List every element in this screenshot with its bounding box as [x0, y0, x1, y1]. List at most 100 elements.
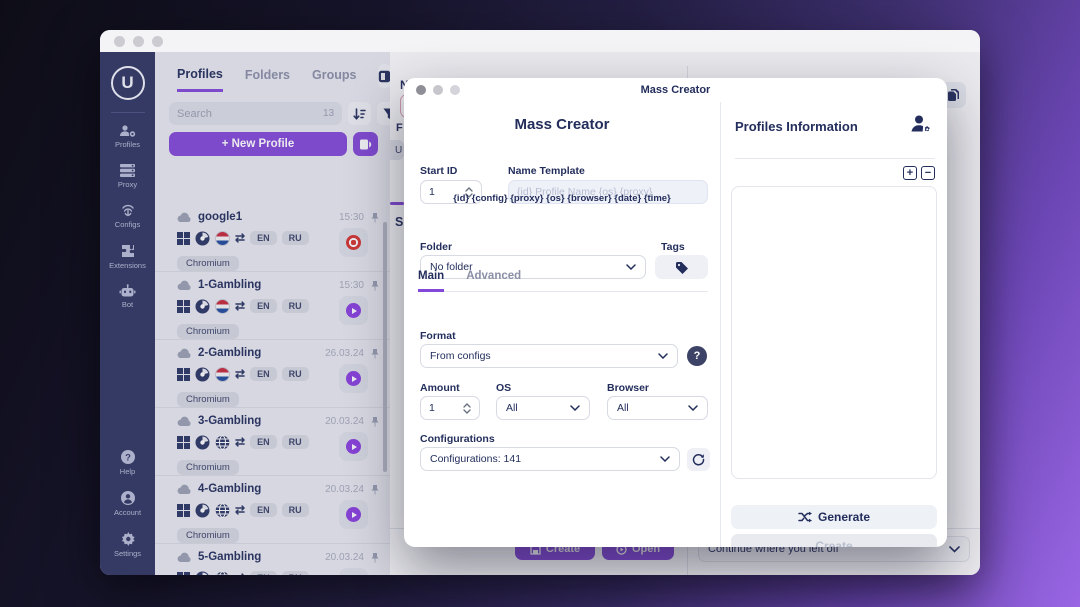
start-profile-button[interactable]: [339, 432, 368, 461]
pin-icon[interactable]: [370, 348, 380, 359]
browser-value: All: [617, 402, 629, 414]
browser-select[interactable]: All: [607, 396, 708, 420]
maximize-modal-button[interactable]: [450, 85, 460, 95]
minimize-window-button[interactable]: [133, 35, 144, 47]
sidebar: U Profiles Proxy Configs Extensions Bot: [100, 52, 155, 575]
start-profile-button[interactable]: [339, 500, 368, 529]
expand-all-button[interactable]: +: [903, 166, 917, 180]
sidebar-item-help[interactable]: ? Help: [100, 442, 155, 483]
mass-creator-form: Mass Creator Start ID Name Template {id}…: [404, 102, 720, 547]
sidebar-item-account[interactable]: Account: [100, 483, 155, 524]
profiles-information-list: [731, 186, 937, 479]
puzzle-icon: [121, 245, 134, 257]
sidebar-item-label: Proxy: [117, 180, 138, 189]
close-modal-button[interactable]: [416, 85, 426, 95]
browser-tag: Chromium: [177, 324, 239, 339]
search-input[interactable]: [177, 107, 319, 120]
language-badge: EN: [250, 299, 277, 313]
mass-creator-tabs: Main Advanced: [418, 270, 708, 292]
tab-folders[interactable]: Folders: [245, 68, 290, 90]
os-value: All: [506, 402, 518, 414]
sidebar-item-label: Account: [113, 508, 142, 517]
netherlands-flag-icon: [215, 366, 230, 382]
pin-icon[interactable]: [370, 484, 380, 495]
netherlands-flag-icon: [215, 298, 230, 314]
chevron-up-icon: [465, 186, 473, 192]
start-profile-button[interactable]: [339, 364, 368, 393]
profiles-icon: [119, 125, 136, 138]
start-profile-button[interactable]: [339, 568, 368, 575]
refresh-configurations-button[interactable]: [687, 448, 710, 471]
close-window-button[interactable]: [114, 35, 125, 47]
folder-label: Folder: [420, 241, 453, 253]
cloud-icon: [177, 416, 191, 426]
new-profile-button[interactable]: + New Profile: [169, 132, 347, 156]
profile-list-item[interactable]: 4-Gambling 20.03.24 ⇄ EN RU Chromium: [155, 476, 390, 544]
os-select[interactable]: All: [496, 396, 590, 420]
swap-arrows-icon: ⇄: [235, 367, 246, 381]
chevron-down-icon: [658, 353, 668, 359]
svg-text:?: ?: [125, 452, 131, 463]
tab-profiles[interactable]: Profiles: [177, 67, 223, 92]
search-field[interactable]: 13: [169, 102, 343, 125]
browser-tag: Chromium: [177, 256, 239, 271]
sidebar-item-proxy[interactable]: Proxy: [100, 156, 155, 196]
profiles-information-title: Profiles Information: [735, 119, 858, 134]
search-count: 13: [323, 108, 335, 119]
sidebar-item-profiles[interactable]: Profiles: [100, 117, 155, 156]
create-button[interactable]: Create: [731, 534, 937, 547]
amount-input[interactable]: [429, 402, 451, 414]
generate-button[interactable]: Generate: [731, 505, 937, 529]
profile-name: 4-Gambling: [198, 483, 262, 495]
browser-icon: [195, 435, 210, 449]
profile-list-item[interactable]: 2-Gambling 26.03.24 ⇄ EN RU Chromium: [155, 340, 390, 408]
tab-groups[interactable]: Groups: [312, 68, 356, 90]
obscured-tab-underline: [390, 202, 404, 205]
language-badge: EN: [250, 571, 277, 575]
cloud-icon: [177, 280, 191, 290]
quick-browser-button[interactable]: [353, 132, 378, 156]
list-scrollbar[interactable]: [383, 222, 387, 472]
pin-icon[interactable]: [370, 280, 380, 291]
sort-button[interactable]: [348, 102, 372, 125]
template-tokens-hint: {id} {config} {proxy} {os} {browser} {da…: [453, 193, 671, 204]
windows-icon: [177, 571, 190, 575]
amount-stepper[interactable]: [463, 402, 471, 414]
maximize-window-button[interactable]: [152, 35, 163, 47]
minimize-modal-button[interactable]: [433, 85, 443, 95]
pin-icon[interactable]: [370, 416, 380, 427]
sidebar-item-extensions[interactable]: Extensions: [100, 236, 155, 277]
format-select[interactable]: From configs: [420, 344, 678, 368]
sidebar-item-configs[interactable]: Configs: [100, 196, 155, 236]
pin-icon[interactable]: [370, 552, 380, 563]
amount-field[interactable]: [420, 396, 480, 420]
profile-list-item[interactable]: 5-Gambling 20.03.24 ⇄ EN RU Chromium: [155, 544, 390, 575]
profile-name: 3-Gambling: [198, 415, 262, 427]
language-badge: EN: [250, 367, 277, 381]
modal-titlebar[interactable]: Mass Creator: [404, 78, 947, 102]
start-profile-button[interactable]: [339, 296, 368, 325]
format-help-button[interactable]: ?: [687, 346, 707, 366]
profile-list-item[interactable]: google1 15:30 ⇄ EN RU Chromium: [155, 204, 390, 272]
stop-profile-button[interactable]: [339, 228, 368, 257]
cloud-icon: [177, 348, 191, 358]
browser-icon: [195, 231, 210, 245]
play-icon: [346, 371, 361, 386]
sidebar-item-settings[interactable]: Settings: [100, 524, 155, 565]
window-titlebar[interactable]: [100, 30, 980, 52]
cloud-icon: [177, 212, 191, 222]
profile-list-item[interactable]: 3-Gambling 20.03.24 ⇄ EN RU Chromium: [155, 408, 390, 476]
tags-label: Tags: [661, 241, 685, 253]
configurations-select[interactable]: Configurations: 141: [420, 447, 680, 471]
language-badge: RU: [281, 299, 309, 313]
collapse-all-button[interactable]: −: [921, 166, 935, 180]
sidebar-item-bot[interactable]: Bot: [100, 277, 155, 316]
pin-icon[interactable]: [370, 212, 380, 223]
tab-main[interactable]: Main: [418, 270, 445, 292]
chevron-down-icon: [660, 456, 670, 462]
refresh-icon: [692, 454, 705, 466]
tab-advanced[interactable]: Advanced: [466, 270, 521, 291]
profile-name: 5-Gambling: [198, 551, 262, 563]
profile-list-item[interactable]: 1-Gambling 15:30 ⇄ EN RU Chromium: [155, 272, 390, 340]
swap-arrows-icon: ⇄: [235, 231, 246, 245]
